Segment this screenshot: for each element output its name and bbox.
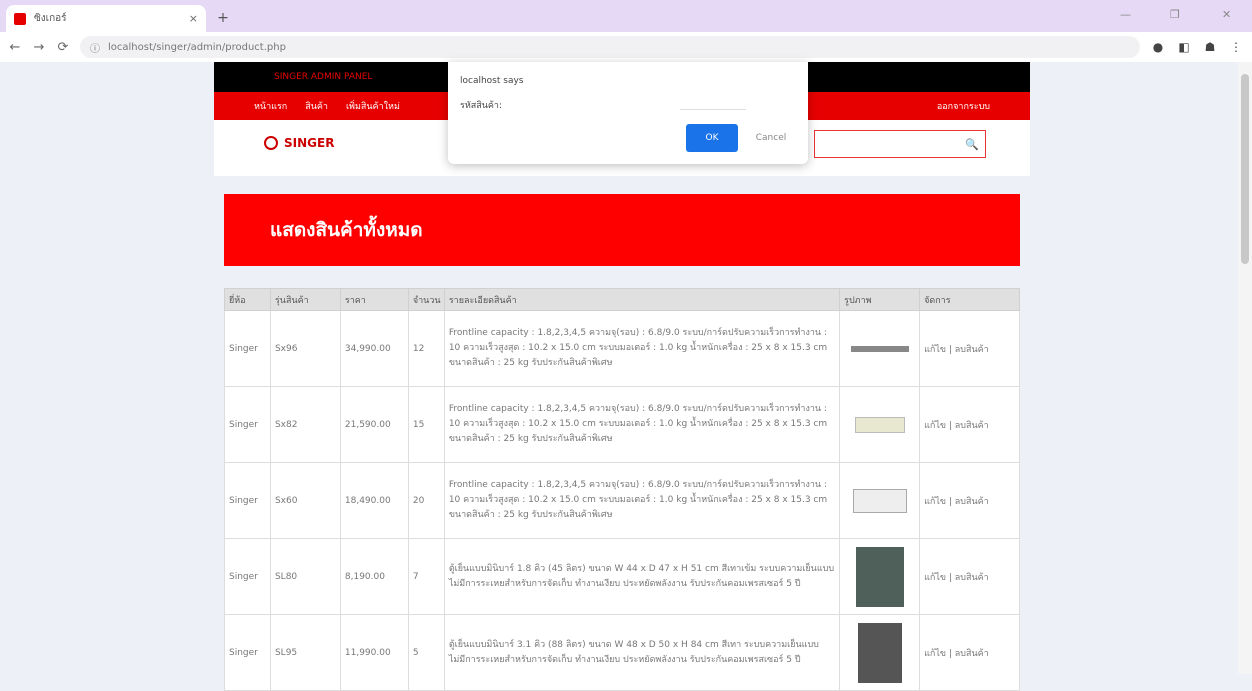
cell-image bbox=[839, 614, 921, 691]
cell-image bbox=[839, 538, 921, 615]
address-bar[interactable]: ⓘ localhost/singer/admin/product.php bbox=[80, 36, 1140, 58]
prompt-dialog: localhost says รหัสสินค้า: OK Cancel bbox=[448, 62, 808, 164]
url-text: localhost/singer/admin/product.php bbox=[108, 41, 286, 53]
page-scrollbar[interactable] bbox=[1238, 62, 1252, 674]
profile-icon[interactable]: ☗ bbox=[1202, 40, 1218, 54]
col-actions: จัดการ bbox=[919, 288, 1020, 311]
close-window-button[interactable]: ✕ bbox=[1222, 8, 1231, 21]
product-table: ยี่ห้อ รุ่นสินค้า ราคา จำนวน รายละเอียดส… bbox=[224, 288, 1020, 691]
cell-actions[interactable]: แก้ไข | ลบสินค้า bbox=[919, 538, 1020, 615]
cell-actions[interactable]: แก้ไข | ลบสินค้า bbox=[919, 310, 1020, 387]
cell-actions[interactable]: แก้ไข | ลบสินค้า bbox=[919, 614, 1020, 691]
maximize-button[interactable]: ❐ bbox=[1170, 8, 1180, 21]
table-header-row: ยี่ห้อ รุ่นสินค้า ราคา จำนวน รายละเอียดส… bbox=[224, 288, 1020, 311]
site-info-icon[interactable]: ⓘ bbox=[90, 40, 100, 55]
search-icon[interactable]: 🔍 bbox=[965, 138, 979, 151]
product-image bbox=[852, 488, 907, 513]
col-description: รายละเอียดสินค้า bbox=[443, 288, 841, 311]
cell-qty: 5 bbox=[407, 614, 445, 691]
tab-close-icon[interactable]: × bbox=[189, 12, 198, 25]
cell-price: 34,990.00 bbox=[339, 310, 409, 387]
nav-item-logout[interactable]: ออกจากระบบ bbox=[937, 99, 990, 113]
cell-qty: 15 bbox=[407, 386, 445, 463]
cell-qty: 12 bbox=[407, 310, 445, 387]
page-banner: แสดงสินค้าทั้งหมด bbox=[224, 194, 1020, 266]
cell-brand: Singer bbox=[224, 614, 271, 691]
product-image bbox=[855, 546, 904, 607]
dialog-title: localhost says bbox=[460, 76, 524, 86]
nav-item-add-product[interactable]: เพิ่มสินค้าใหม่ bbox=[346, 99, 400, 113]
menu-icon[interactable]: ⋮ bbox=[1228, 40, 1244, 54]
cell-actions[interactable]: แก้ไข | ลบสินค้า bbox=[919, 462, 1020, 539]
reload-icon[interactable]: ⟳ bbox=[56, 40, 70, 55]
browser-toolbar: ← → ⟳ ⓘ localhost/singer/admin/product.p… bbox=[0, 32, 1252, 62]
cell-image bbox=[839, 462, 921, 539]
cell-brand: Singer bbox=[224, 538, 271, 615]
scrollbar-thumb[interactable] bbox=[1241, 74, 1249, 264]
logo-text: SINGER bbox=[284, 136, 335, 150]
tab-title: ซิงเกอร์ bbox=[34, 13, 67, 24]
cell-actions[interactable]: แก้ไข | ลบสินค้า bbox=[919, 386, 1020, 463]
cell-model: Sx96 bbox=[269, 310, 341, 387]
side-panel-icon[interactable]: ◧ bbox=[1176, 40, 1192, 54]
cell-image bbox=[839, 310, 921, 387]
cell-description: ตู้เย็นแบบมินิบาร์ 1.8 คิว (45 ลิตร) ขนา… bbox=[443, 538, 841, 615]
cell-description: Frontline capacity : 1.8,2,3,4,5 ความจุ(… bbox=[443, 462, 841, 539]
table-row: Singer Sx82 21,590.00 15 Frontline capac… bbox=[224, 386, 1020, 463]
cell-qty: 7 bbox=[407, 538, 445, 615]
page-title: แสดงสินค้าทั้งหมด bbox=[270, 219, 423, 241]
table-row: Singer Sx60 18,490.00 20 Frontline capac… bbox=[224, 462, 1020, 539]
table-row: Singer Sx96 34,990.00 12 Frontline capac… bbox=[224, 310, 1020, 387]
browser-tab-bar: ซิงเกอร์ × + — ❐ ✕ bbox=[0, 0, 1252, 32]
cell-price: 8,190.00 bbox=[339, 538, 409, 615]
minimize-button[interactable]: — bbox=[1120, 8, 1131, 21]
col-model: รุ่นสินค้า bbox=[269, 288, 341, 311]
forward-icon[interactable]: → bbox=[32, 40, 46, 55]
browser-tab[interactable]: ซิงเกอร์ × bbox=[6, 5, 206, 32]
ok-button[interactable]: OK bbox=[686, 124, 738, 152]
cell-brand: Singer bbox=[224, 310, 271, 387]
cell-model: Sx60 bbox=[269, 462, 341, 539]
cancel-button[interactable]: Cancel bbox=[748, 124, 794, 152]
search-input[interactable]: 🔍 bbox=[814, 130, 986, 158]
col-price: ราคา bbox=[339, 288, 409, 311]
cell-price: 18,490.00 bbox=[339, 462, 409, 539]
nav-item-products[interactable]: สินค้า bbox=[305, 99, 328, 113]
cell-qty: 20 bbox=[407, 462, 445, 539]
cell-description: Frontline capacity : 1.8,2,3,4,5 ความจุ(… bbox=[443, 310, 841, 387]
product-image bbox=[854, 416, 905, 433]
cell-brand: Singer bbox=[224, 386, 271, 463]
col-image: รูปภาพ bbox=[839, 288, 921, 311]
table-row: Singer SL80 8,190.00 7 ตู้เย็นแบบมินิบาร… bbox=[224, 538, 1020, 615]
site-favicon-icon bbox=[14, 12, 26, 25]
site-logo[interactable]: SINGER bbox=[264, 136, 334, 150]
back-icon[interactable]: ← bbox=[8, 40, 22, 55]
cell-model: Sx82 bbox=[269, 386, 341, 463]
top-bar-text: SINGER ADMIN PANEL bbox=[274, 72, 373, 82]
cell-price: 21,590.00 bbox=[339, 386, 409, 463]
table-row: Singer SL95 11,990.00 5 ตู้เย็นแบบมินิบา… bbox=[224, 614, 1020, 691]
product-image bbox=[850, 345, 909, 352]
cell-price: 11,990.00 bbox=[339, 614, 409, 691]
col-brand: ยี่ห้อ bbox=[224, 288, 271, 311]
col-qty: จำนวน bbox=[407, 288, 445, 311]
new-tab-button[interactable]: + bbox=[214, 9, 232, 27]
nav-item-home[interactable]: หน้าแรก bbox=[254, 99, 287, 113]
cell-description: Frontline capacity : 1.8,2,3,4,5 ความจุ(… bbox=[443, 386, 841, 463]
dialog-input[interactable] bbox=[680, 96, 746, 110]
dialog-message: รหัสสินค้า: bbox=[460, 101, 503, 111]
extension-icon[interactable]: ● bbox=[1150, 40, 1166, 54]
cell-description: ตู้เย็นแบบมินิบาร์ 3.1 คิว (88 ลิตร) ขนา… bbox=[443, 614, 841, 691]
cell-brand: Singer bbox=[224, 462, 271, 539]
cell-model: SL80 bbox=[269, 538, 341, 615]
logo-icon bbox=[264, 136, 278, 150]
cell-model: SL95 bbox=[269, 614, 341, 691]
cell-image bbox=[839, 386, 921, 463]
